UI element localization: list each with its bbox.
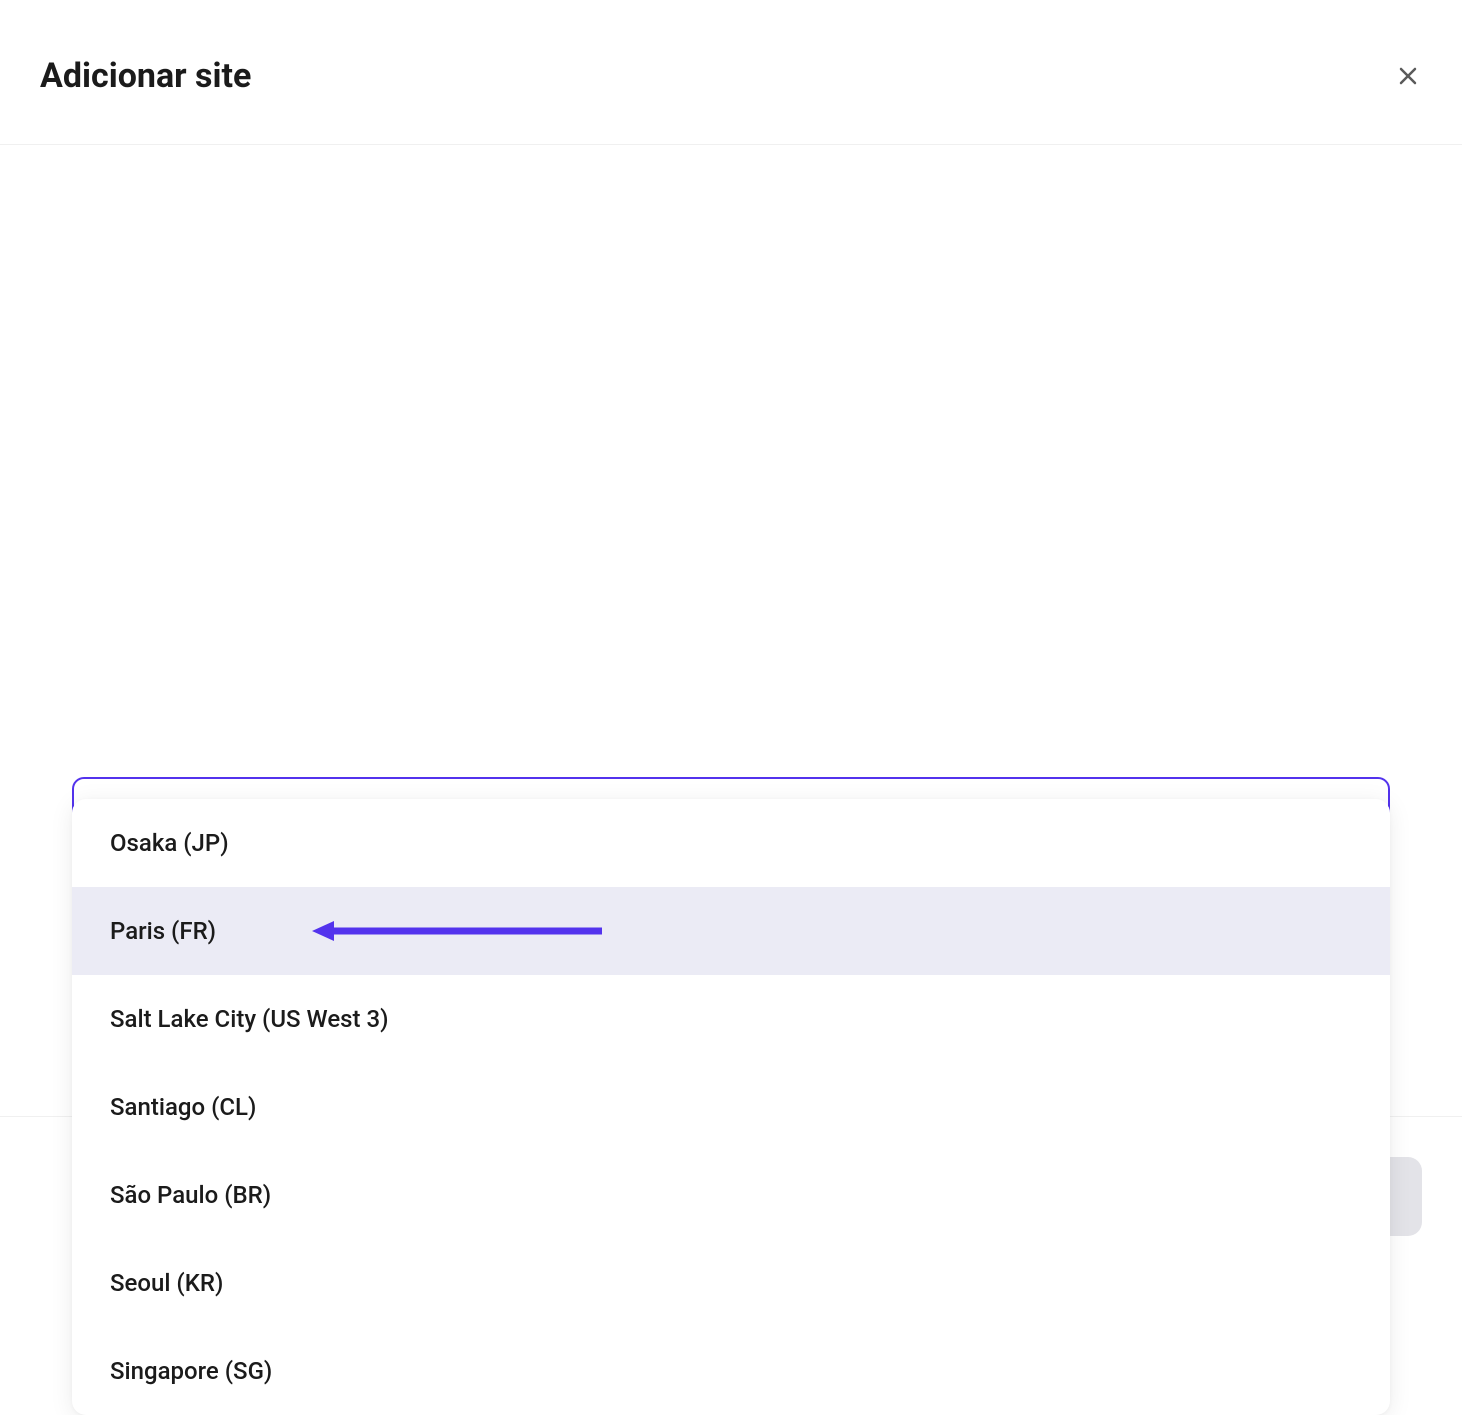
dropdown-option-label: Salt Lake City (US West 3) (110, 1005, 389, 1033)
dropdown-option-label: Santiago (CL) (110, 1093, 256, 1121)
dropdown-option-singapore[interactable]: Singapore (SG) (72, 1327, 1390, 1415)
dropdown-option-seoul[interactable]: Seoul (KR) (72, 1239, 1390, 1327)
dropdown-option-label: Osaka (JP) (110, 829, 229, 857)
modal-content: Osaka (JP) Paris (FR) Salt Lake City (US… (0, 777, 1462, 1002)
dropdown-option-label: Seoul (KR) (110, 1269, 223, 1297)
dropdown-option-osaka[interactable]: Osaka (JP) (72, 799, 1390, 887)
modal-header: Adicionar site (0, 0, 1462, 145)
dropdown-option-sao-paulo[interactable]: São Paulo (BR) (72, 1151, 1390, 1239)
dropdown-option-paris[interactable]: Paris (FR) (72, 887, 1390, 975)
dropdown-option-label: Paris (FR) (110, 917, 216, 945)
pointer-arrow-icon (312, 919, 602, 943)
dropdown-option-label: São Paulo (BR) (110, 1181, 271, 1209)
datacenter-dropdown-panel: Osaka (JP) Paris (FR) Salt Lake City (US… (72, 799, 1390, 1415)
close-icon[interactable] (1394, 62, 1422, 90)
dropdown-option-label: Singapore (SG) (110, 1357, 272, 1385)
dropdown-option-salt-lake-city[interactable]: Salt Lake City (US West 3) (72, 975, 1390, 1063)
dropdown-option-santiago[interactable]: Santiago (CL) (72, 1063, 1390, 1151)
modal-title: Adicionar site (40, 56, 251, 96)
